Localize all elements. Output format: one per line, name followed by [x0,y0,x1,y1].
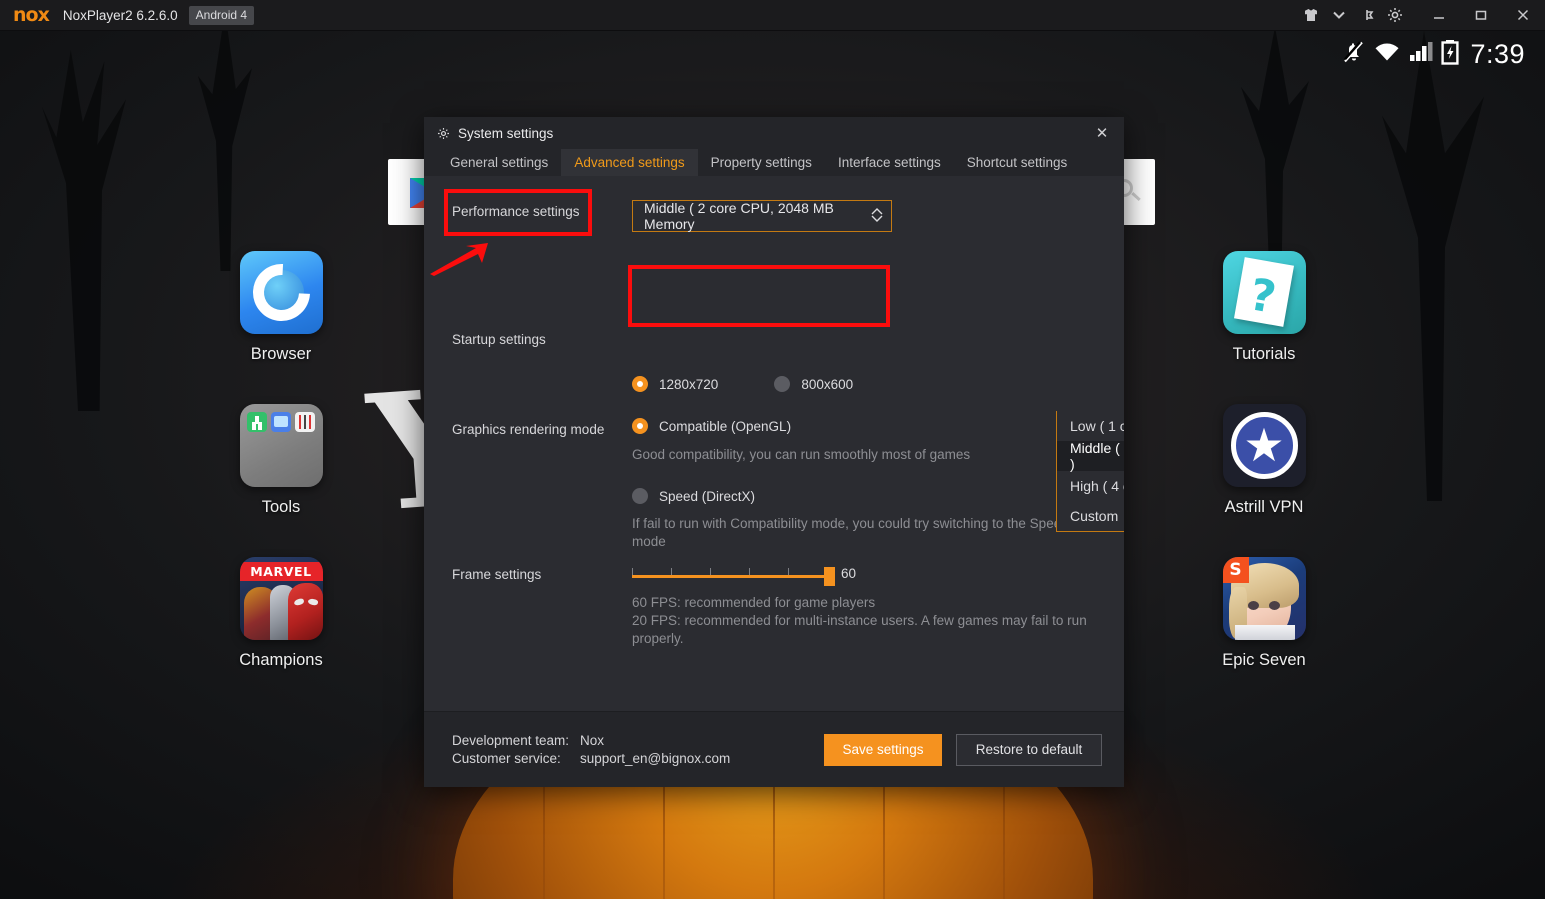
resolution-option-800x600[interactable]: 800x600 [774,376,853,392]
frame-settings-row: Frame settings 60 60 FPS: recommended fo… [424,563,1124,648]
tree-silhouette [198,31,252,271]
tab-shortcut-settings[interactable]: Shortcut settings [954,149,1081,176]
frame-slider[interactable] [632,563,835,586]
tutorials-icon: ? [1222,251,1306,334]
frame-value: 60 [841,565,857,581]
customer-service-value: support_en@bignox.com [580,751,731,766]
frame-slider-wrap: 60 [632,563,1124,586]
close-icon[interactable] [1509,0,1537,31]
save-settings-button[interactable]: Save settings [824,733,942,766]
startup-settings-row: Startup settings 1280x720 800x600 [424,328,1124,392]
screen: Y [0,0,1545,899]
astrill-vpn-icon: ★ [1222,404,1306,487]
android-status-bar: 7:39 [1342,39,1525,70]
frame-settings-label: Frame settings [452,567,542,582]
window-titlebar: nox NoxPlayer2 6.2.6.0 Android 4 [0,0,1545,31]
graphics-opengl-hint: Good compatibility, you can run smoothly… [632,447,971,462]
graphics-option-label: Compatible (OpenGL) [659,418,792,434]
pin-icon[interactable] [1353,0,1381,31]
desktop-icon-label: Astrill VPN [1224,498,1304,516]
chevron-down-icon [871,208,883,224]
graphics-option-label: Speed (DirectX) [659,488,756,504]
bell-muted-icon [1342,39,1366,70]
desktop-icon-champions[interactable]: MARVEL Champions [201,557,361,670]
desktop-icon-label: Tutorials [1232,345,1296,363]
gear-icon [437,127,450,140]
frame-hint-line-3: properly. [632,631,684,646]
dropdown-option-middle[interactable]: Middle ( 2 core CPU, 2048 MB Memory ) [1057,440,1124,472]
desktop-icon-astrill-vpn[interactable]: ★ Astrill VPN [1184,404,1344,517]
startup-settings-label: Startup settings [452,332,546,347]
resolution-label: 800x600 [801,376,854,392]
performance-dropdown-list: Low ( 1 core CPU, 1024 MB Memory ) Middl… [1056,411,1124,532]
red-arrow-icon [430,243,488,276]
graphics-directx-hint: If fail to run with Compatibility mode, … [632,516,1069,549]
graphics-rendering-label: Graphics rendering mode [452,422,605,437]
desktop-icon-label: Champions [239,651,323,669]
dev-team-value: Nox [580,733,605,748]
tab-interface-settings[interactable]: Interface settings [825,149,954,176]
folder-tools-icon [239,404,323,487]
marvel-champions-icon: MARVEL [239,557,323,640]
radio-icon [632,418,648,434]
tree-silhouette [42,50,126,411]
epic-seven-badge: S [1222,557,1249,583]
shirt-icon[interactable] [1297,0,1325,31]
gear-icon[interactable] [1381,0,1409,31]
marvel-banner: MARVEL [239,562,323,581]
settings-tabs: General settings Advanced settings Prope… [424,149,1124,176]
desktop-icon-browser[interactable]: Browser [201,251,361,364]
radio-icon [774,376,791,392]
resolution-label: 1280x720 [659,376,719,392]
graphics-option-opengl[interactable]: Compatible (OpenGL) [632,418,1124,434]
performance-settings-label: Performance settings [452,204,580,219]
dev-team-label: Development team: [452,733,570,748]
frame-hint-line-2: 20 FPS: recommended for multi-instance u… [632,613,1087,628]
app-title: NoxPlayer2 6.2.6.0 [62,7,178,23]
tree-silhouette [1382,31,1484,501]
radio-icon [632,488,648,504]
desktop-icon-label: Tools [261,498,301,516]
tab-property-settings[interactable]: Property settings [698,149,825,176]
frame-hint-line-1: 60 FPS: recommended for game players [632,595,876,610]
maximize-icon[interactable] [1467,0,1495,31]
browser-icon [239,251,323,334]
android-version-badge: Android 4 [188,5,255,25]
tab-advanced-settings[interactable]: Advanced settings [561,149,698,176]
nox-logo: nox [13,4,50,26]
performance-combobox[interactable]: Middle ( 2 core CPU, 2048 MB Memory [632,200,892,232]
performance-combobox-value: Middle ( 2 core CPU, 2048 MB Memory [644,200,834,232]
radio-icon [632,376,648,392]
close-icon[interactable]: ✕ [1090,121,1114,145]
tab-general-settings[interactable]: General settings [437,149,561,176]
battery-charging-icon [1441,39,1460,70]
wifi-icon [1373,40,1401,69]
status-clock: 7:39 [1470,39,1525,69]
dropdown-option-custom[interactable]: Custom [1057,501,1124,531]
desktop-icon-tutorials[interactable]: ? Tutorials [1184,251,1344,364]
epic-seven-icon: S [1222,557,1306,640]
dropdown-option-high[interactable]: High ( 4 core CPU, 3072 MB Memory ) [1057,471,1124,501]
desktop-icon-tools[interactable]: Tools [201,404,361,517]
chevron-down-icon[interactable] [1325,0,1353,31]
customer-service-label: Customer service: [452,751,561,766]
dialog-body: Performance settings Middle ( 2 core CPU… [424,176,1124,711]
cellular-signal-icon [1408,40,1434,69]
desktop-icon-epic-seven[interactable]: S Epic Seven [1184,557,1344,670]
dialog-footer: Development team: Nox Customer service: … [424,711,1124,787]
minimize-icon[interactable] [1425,0,1453,31]
graphics-option-directx[interactable]: Speed (DirectX) [632,488,1124,504]
graphics-rendering-row: Graphics rendering mode Compatible (Open… [424,418,1124,551]
frame-slider-handle[interactable] [824,567,835,586]
dialog-header: System settings ✕ [424,117,1124,149]
system-settings-dialog: System settings ✕ General settings Advan… [424,117,1124,787]
footer-info: Development team: Nox Customer service: … [452,730,730,769]
desktop-icon-label: Browser [250,345,312,363]
restore-to-default-button[interactable]: Restore to default [956,733,1102,766]
dialog-title: System settings [458,125,554,141]
desktop-icon-label: Epic Seven [1222,651,1306,669]
performance-settings-row: Performance settings Middle ( 2 core CPU… [424,200,1124,232]
dropdown-option-low[interactable]: Low ( 1 core CPU, 1024 MB Memory ) [1057,411,1124,441]
resolution-option-1280x720[interactable]: 1280x720 [632,376,718,392]
